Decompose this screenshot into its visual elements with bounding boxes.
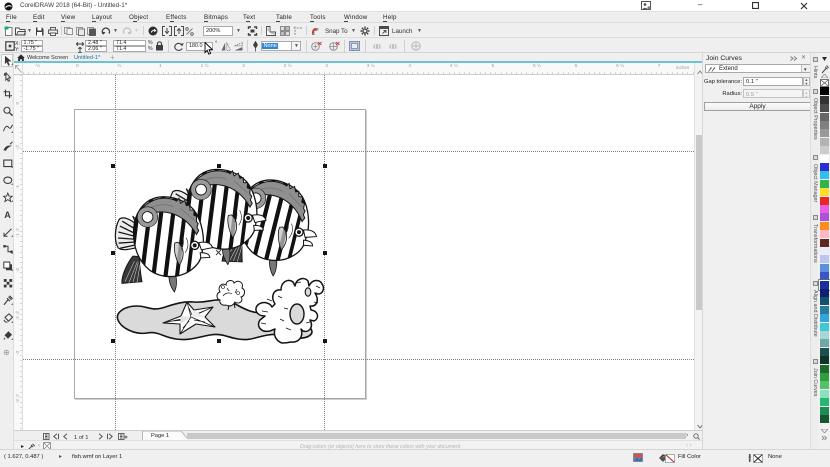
svg-text:A: A bbox=[4, 210, 11, 220]
